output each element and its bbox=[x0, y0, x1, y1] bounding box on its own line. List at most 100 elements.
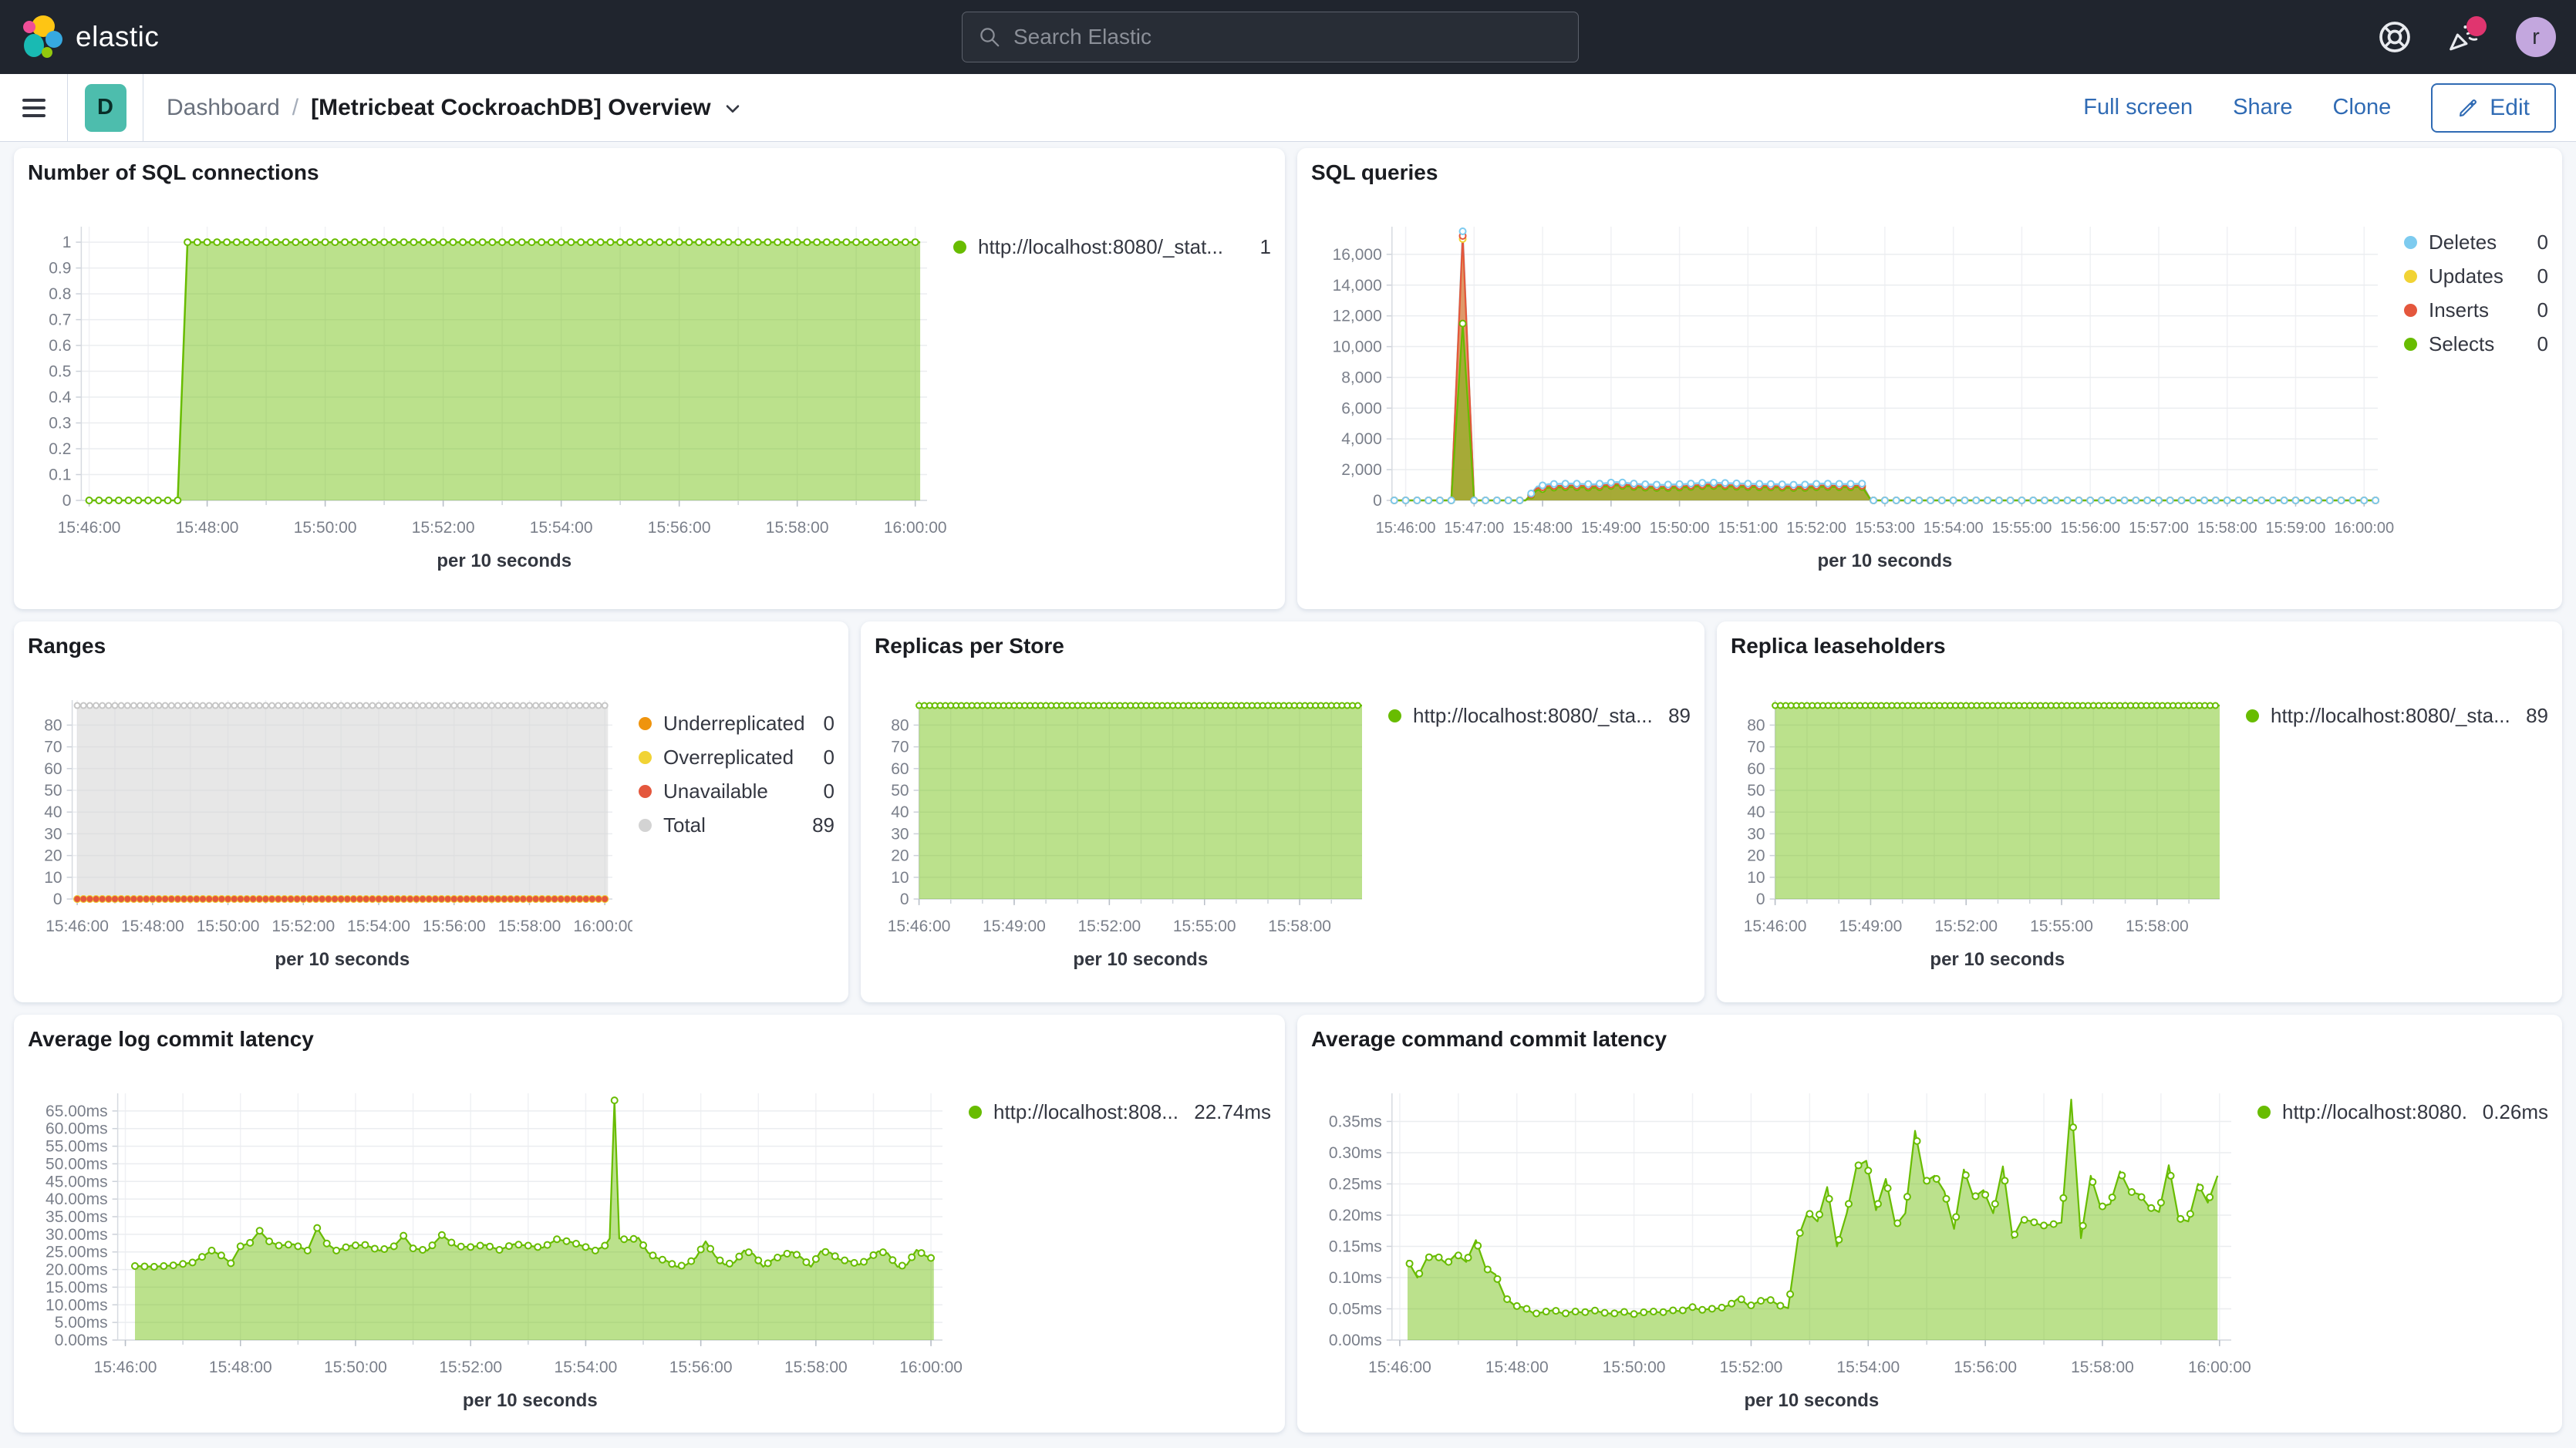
clone-button[interactable]: Clone bbox=[2333, 95, 2392, 120]
legend-series-dot bbox=[2246, 709, 2259, 722]
svg-text:15:59:00: 15:59:00 bbox=[2266, 520, 2326, 537]
svg-text:20: 20 bbox=[44, 847, 62, 865]
legend-item[interactable]: http://localhost:8080/_sta...89 bbox=[1388, 699, 1691, 732]
svg-text:15:56:00: 15:56:00 bbox=[423, 918, 486, 935]
legend-series-label: http://localhost:808... bbox=[993, 1100, 1180, 1124]
search-input[interactable] bbox=[1013, 25, 1563, 49]
svg-text:6,000: 6,000 bbox=[1341, 399, 1382, 417]
svg-text:per 10 seconds: per 10 seconds bbox=[275, 949, 410, 970]
elastic-logo[interactable]: elastic bbox=[20, 13, 159, 61]
legend-series-dot bbox=[639, 819, 652, 832]
svg-text:per 10 seconds: per 10 seconds bbox=[1073, 949, 1208, 970]
legend-series-label: Underreplicated bbox=[663, 712, 810, 736]
chart-legend: http://localhost:8080/_sta...89 bbox=[2240, 663, 2548, 978]
svg-text:15:56:00: 15:56:00 bbox=[2060, 520, 2120, 537]
menu-button[interactable] bbox=[0, 74, 68, 142]
legend-item[interactable]: Updates0 bbox=[2404, 259, 2548, 293]
pencil-icon bbox=[2457, 97, 2479, 119]
legend-item[interactable]: Inserts0 bbox=[2404, 293, 2548, 327]
replica-leaseholders-chart[interactable]: 0102030405060708015:46:0015:49:0015:52:0… bbox=[1731, 663, 2240, 978]
svg-text:50: 50 bbox=[44, 782, 62, 800]
panel-title: Replicas per Store bbox=[875, 634, 1691, 658]
panel-title: Number of SQL connections bbox=[28, 160, 1271, 185]
help-button[interactable] bbox=[2377, 19, 2412, 55]
legend-item[interactable]: Unavailable0 bbox=[639, 774, 835, 808]
breadcrumb-dashboard-link[interactable]: Dashboard bbox=[167, 95, 280, 121]
svg-text:12,000: 12,000 bbox=[1333, 308, 1382, 325]
svg-text:15:46:00: 15:46:00 bbox=[1368, 1359, 1431, 1376]
svg-text:80: 80 bbox=[891, 716, 909, 734]
ranges-chart[interactable]: 0102030405060708015:46:0015:48:0015:50:0… bbox=[28, 663, 632, 978]
user-avatar[interactable]: r bbox=[2516, 17, 2556, 57]
svg-text:16:00:00: 16:00:00 bbox=[2334, 520, 2394, 537]
legend-item[interactable]: Overreplicated0 bbox=[639, 740, 835, 774]
legend-series-dot bbox=[2257, 1106, 2271, 1119]
newsfeed-button[interactable] bbox=[2446, 19, 2482, 55]
legend-series-dot bbox=[2404, 338, 2417, 351]
svg-text:10: 10 bbox=[891, 869, 909, 887]
svg-text:15:46:00: 15:46:00 bbox=[888, 918, 951, 935]
legend-item[interactable]: Total89 bbox=[639, 808, 835, 842]
dashboard-grid: Number of SQL connections 00.10.20.30.40… bbox=[0, 142, 2576, 1439]
global-search[interactable] bbox=[962, 12, 1579, 62]
svg-text:15:50:00: 15:50:00 bbox=[1603, 1359, 1666, 1376]
svg-text:80: 80 bbox=[1747, 716, 1765, 734]
svg-text:15:51:00: 15:51:00 bbox=[1718, 520, 1778, 537]
chart-legend: Deletes0Updates0Inserts0Selects0 bbox=[2398, 190, 2548, 579]
command-commit-latency-chart[interactable]: 0.00ms0.05ms0.10ms0.15ms0.20ms0.25ms0.30… bbox=[1311, 1056, 2251, 1419]
svg-text:16,000: 16,000 bbox=[1333, 246, 1382, 264]
svg-text:per 10 seconds: per 10 seconds bbox=[1818, 551, 1953, 571]
svg-text:10.00ms: 10.00ms bbox=[46, 1296, 108, 1314]
svg-text:0: 0 bbox=[53, 891, 62, 908]
breadcrumb-separator: / bbox=[292, 95, 298, 121]
share-button[interactable]: Share bbox=[2233, 95, 2292, 120]
legend-series-value: 1 bbox=[1260, 235, 1271, 259]
legend-item[interactable]: Underreplicated0 bbox=[639, 706, 835, 740]
svg-text:per 10 seconds: per 10 seconds bbox=[437, 551, 572, 571]
legend-series-value: 0 bbox=[824, 746, 835, 769]
svg-text:20: 20 bbox=[1747, 847, 1765, 865]
legend-series-label: http://localhost:8080/_sta... bbox=[1413, 704, 1654, 728]
sql-connections-chart[interactable]: 00.10.20.30.40.50.60.70.80.9115:46:0015:… bbox=[28, 190, 947, 579]
svg-text:15:48:00: 15:48:00 bbox=[1512, 520, 1573, 537]
svg-text:30: 30 bbox=[1747, 825, 1765, 843]
svg-text:15:55:00: 15:55:00 bbox=[1991, 520, 2052, 537]
legend-series-value: 89 bbox=[2526, 704, 2548, 728]
svg-text:2,000: 2,000 bbox=[1341, 461, 1382, 479]
svg-text:16:00:00: 16:00:00 bbox=[899, 1359, 963, 1376]
svg-text:15:52:00: 15:52:00 bbox=[1786, 520, 1846, 537]
svg-text:0.35ms: 0.35ms bbox=[1329, 1113, 1382, 1130]
legend-item[interactable]: http://localhost:808...22.74ms bbox=[969, 1095, 1271, 1129]
legend-series-value: 0 bbox=[824, 780, 835, 803]
sql-queries-chart[interactable]: 02,0004,0006,0008,00010,00012,00014,0001… bbox=[1311, 190, 2398, 579]
svg-text:0: 0 bbox=[900, 891, 909, 908]
svg-text:0.7: 0.7 bbox=[49, 311, 71, 329]
svg-text:25.00ms: 25.00ms bbox=[46, 1244, 108, 1261]
svg-text:per 10 seconds: per 10 seconds bbox=[463, 1390, 598, 1411]
svg-text:35.00ms: 35.00ms bbox=[46, 1208, 108, 1226]
legend-item[interactable]: http://localhost:8080/_stat...1 bbox=[953, 230, 1271, 264]
svg-text:30: 30 bbox=[891, 825, 909, 843]
svg-text:45.00ms: 45.00ms bbox=[46, 1173, 108, 1190]
svg-text:15:50:00: 15:50:00 bbox=[324, 1359, 387, 1376]
svg-text:0.9: 0.9 bbox=[49, 260, 71, 278]
page-title[interactable]: [Metricbeat CockroachDB] Overview bbox=[311, 95, 743, 121]
legend-item[interactable]: http://localhost:8080...0.26ms bbox=[2257, 1095, 2548, 1129]
deployment-badge[interactable]: D bbox=[85, 84, 126, 132]
legend-series-value: 0 bbox=[2537, 298, 2548, 322]
replicas-per-store-chart[interactable]: 0102030405060708015:46:0015:49:0015:52:0… bbox=[875, 663, 1382, 978]
svg-text:15:48:00: 15:48:00 bbox=[209, 1359, 272, 1376]
legend-item[interactable]: http://localhost:8080/_sta...89 bbox=[2246, 699, 2548, 732]
dashboard-toolbar: D Dashboard / [Metricbeat CockroachDB] O… bbox=[0, 74, 2576, 142]
svg-text:30.00ms: 30.00ms bbox=[46, 1226, 108, 1244]
svg-text:15:48:00: 15:48:00 bbox=[176, 519, 239, 537]
svg-text:5.00ms: 5.00ms bbox=[55, 1314, 108, 1332]
log-commit-latency-chart[interactable]: 0.00ms5.00ms10.00ms15.00ms20.00ms25.00ms… bbox=[28, 1056, 963, 1419]
legend-item[interactable]: Deletes0 bbox=[2404, 225, 2548, 259]
legend-item[interactable]: Selects0 bbox=[2404, 327, 2548, 361]
edit-button[interactable]: Edit bbox=[2431, 83, 2556, 133]
panel-title: SQL queries bbox=[1311, 160, 2548, 185]
full-screen-button[interactable]: Full screen bbox=[2083, 95, 2193, 120]
svg-text:0.3: 0.3 bbox=[49, 415, 71, 433]
svg-text:15:56:00: 15:56:00 bbox=[669, 1359, 733, 1376]
